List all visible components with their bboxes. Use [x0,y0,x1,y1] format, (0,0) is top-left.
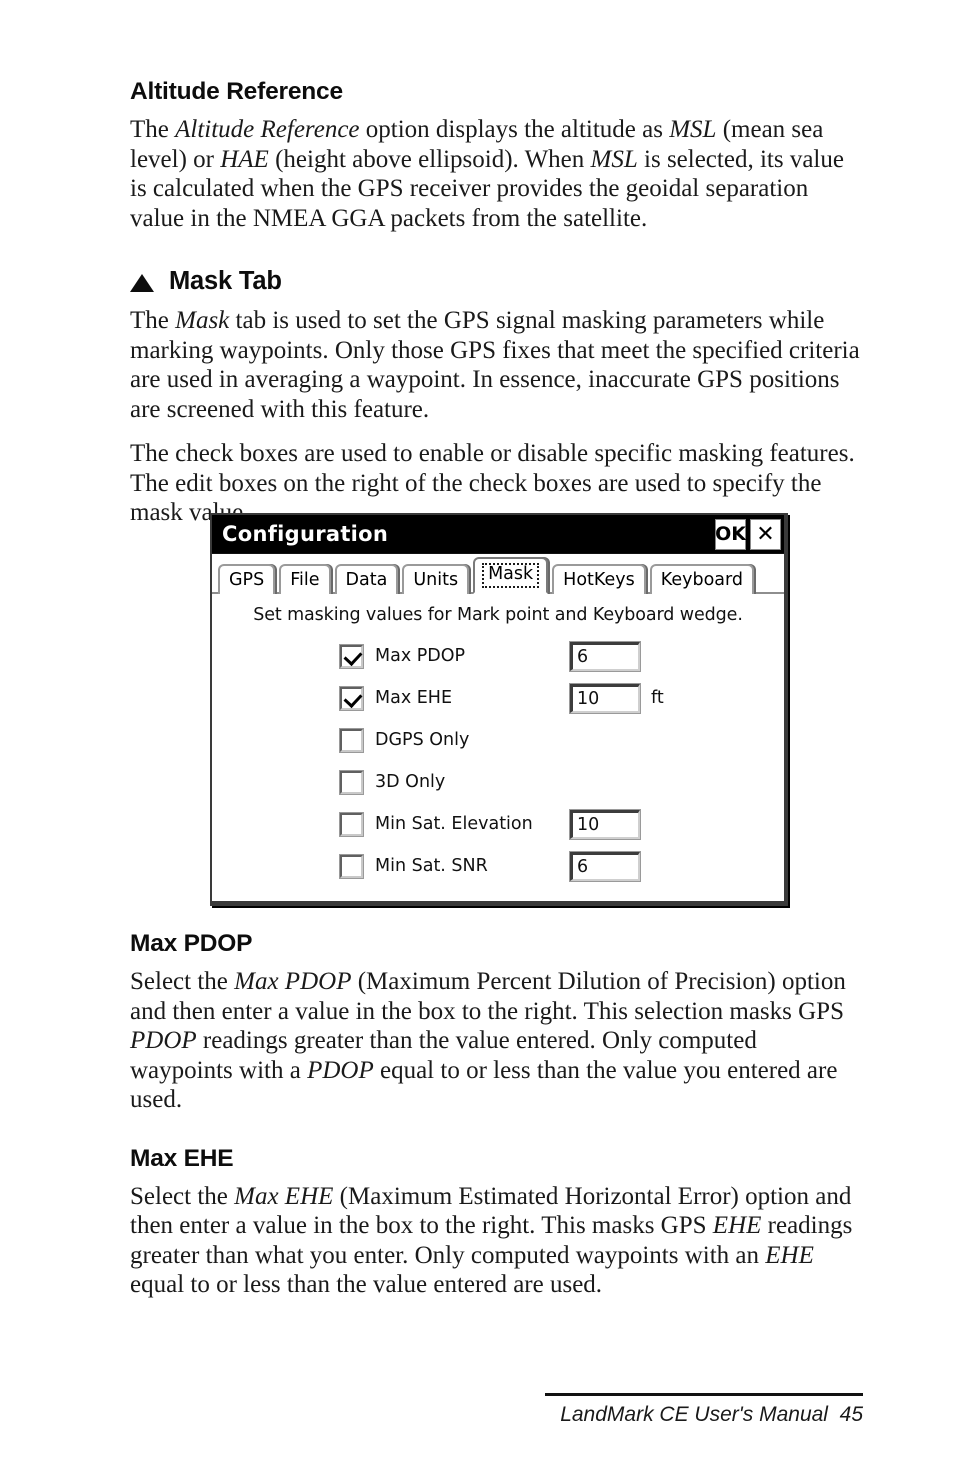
triangle-up-icon [130,273,154,292]
close-icon[interactable]: ✕ [750,518,781,550]
section-heading-altitude-reference: Altitude Reference [130,78,343,105]
checkbox-label: Min Sat. SNR [375,856,488,876]
checkbox-label: DGPS Only [375,730,470,750]
dialog-panel-mask: Set masking values for Mark point and Ke… [212,594,784,901]
mask-option-row: Max PDOP 6 [339,635,784,677]
value-input-min-sat-elevation[interactable]: 10 [569,808,641,840]
checkbox-3d-only[interactable] [339,769,364,795]
tab-label: Mask [482,563,540,588]
panel-instruction-text: Set masking values for Mark point and Ke… [253,605,743,625]
section-heading-mask-tab: Mask Tab [130,267,863,296]
paragraph-altitude-reference: The Altitude Reference option displays t… [130,116,844,232]
tab-label: Units [413,570,459,590]
tab-label: HotKeys [563,570,635,590]
value-input-max-ehe[interactable]: 10 [569,682,641,714]
tab-hotkeys[interactable]: HotKeys [552,564,646,594]
paragraph-mask-tab-1: The Mask tab is used to set the GPS sign… [130,307,860,423]
page-content-lower: Max PDOP Select the Max PDOP (Maximum Pe… [130,930,863,1315]
checkbox-label: 3D Only [375,772,446,792]
value-input-min-sat-snr[interactable]: 6 [569,850,641,882]
dialog-titlebar: Configuration OK ✕ [212,515,784,554]
mask-option-row: Min Sat. Elevation 10 [339,803,784,845]
page-content: Altitude Reference The Altitude Referenc… [130,78,863,528]
checkbox-min-sat-elevation[interactable] [339,811,364,837]
check-icon [343,646,363,666]
paragraph-max-ehe: Select the Max EHE (Maximum Estimated Ho… [130,1182,853,1299]
ok-button[interactable]: OK [715,518,746,550]
mask-option-row: Min Sat. SNR 6 [339,845,784,887]
section-heading-max-pdop: Max PDOP [130,930,253,957]
checkbox-min-sat-snr[interactable] [339,853,364,879]
page-footer: LandMark CE User's Manual 45 [545,1393,863,1427]
tab-label: File [290,570,320,590]
dialog-title: Configuration [222,522,389,546]
unit-label: ft [651,688,664,708]
tab-label: Data [345,570,388,590]
checkbox-label: Min Sat. Elevation [375,814,533,834]
footer-text: LandMark CE User's Manual 45 [560,1403,863,1426]
configuration-dialog-figure: Configuration OK ✕ GPS File Data Units Mask H… [210,513,788,906]
paragraph-max-pdop: Select the Max PDOP (Maximum Percent Dil… [130,968,846,1113]
mask-option-row: DGPS Only [339,719,784,761]
value-input-max-pdop[interactable]: 6 [569,640,641,672]
checkbox-label: Max EHE [375,688,453,708]
checkbox-label: Max PDOP [375,646,466,666]
checkbox-max-pdop[interactable] [339,643,364,669]
checkbox-max-ehe[interactable] [339,685,364,711]
tab-data[interactable]: Data [334,564,399,594]
dialog-tabstrip: GPS File Data Units Mask HotKeys Keyboard [212,554,784,594]
checkbox-dgps-only[interactable] [339,727,364,753]
tab-mask[interactable]: Mask [473,557,549,594]
tab-file[interactable]: File [279,564,331,594]
section-heading-mask-tab-label: Mask Tab [169,267,282,295]
tab-units[interactable]: Units [402,564,470,594]
mask-option-row: 3D Only [339,761,784,803]
tab-label: GPS [229,570,265,590]
configuration-dialog: Configuration OK ✕ GPS File Data Units Mask H… [210,513,788,906]
mask-options-list: Max PDOP 6 Max EHE 10 ft DGPS Only 3D Only Min … [212,635,784,887]
tab-gps[interactable]: GPS [218,564,276,594]
section-heading-max-ehe: Max EHE [130,1144,234,1172]
manual-page: Altitude Reference The Altitude Referenc… [0,0,954,1475]
tab-label: Keyboard [660,570,743,590]
tab-keyboard[interactable]: Keyboard [649,564,754,594]
check-icon [343,688,363,708]
mask-option-row: Max EHE 10 ft [339,677,784,719]
